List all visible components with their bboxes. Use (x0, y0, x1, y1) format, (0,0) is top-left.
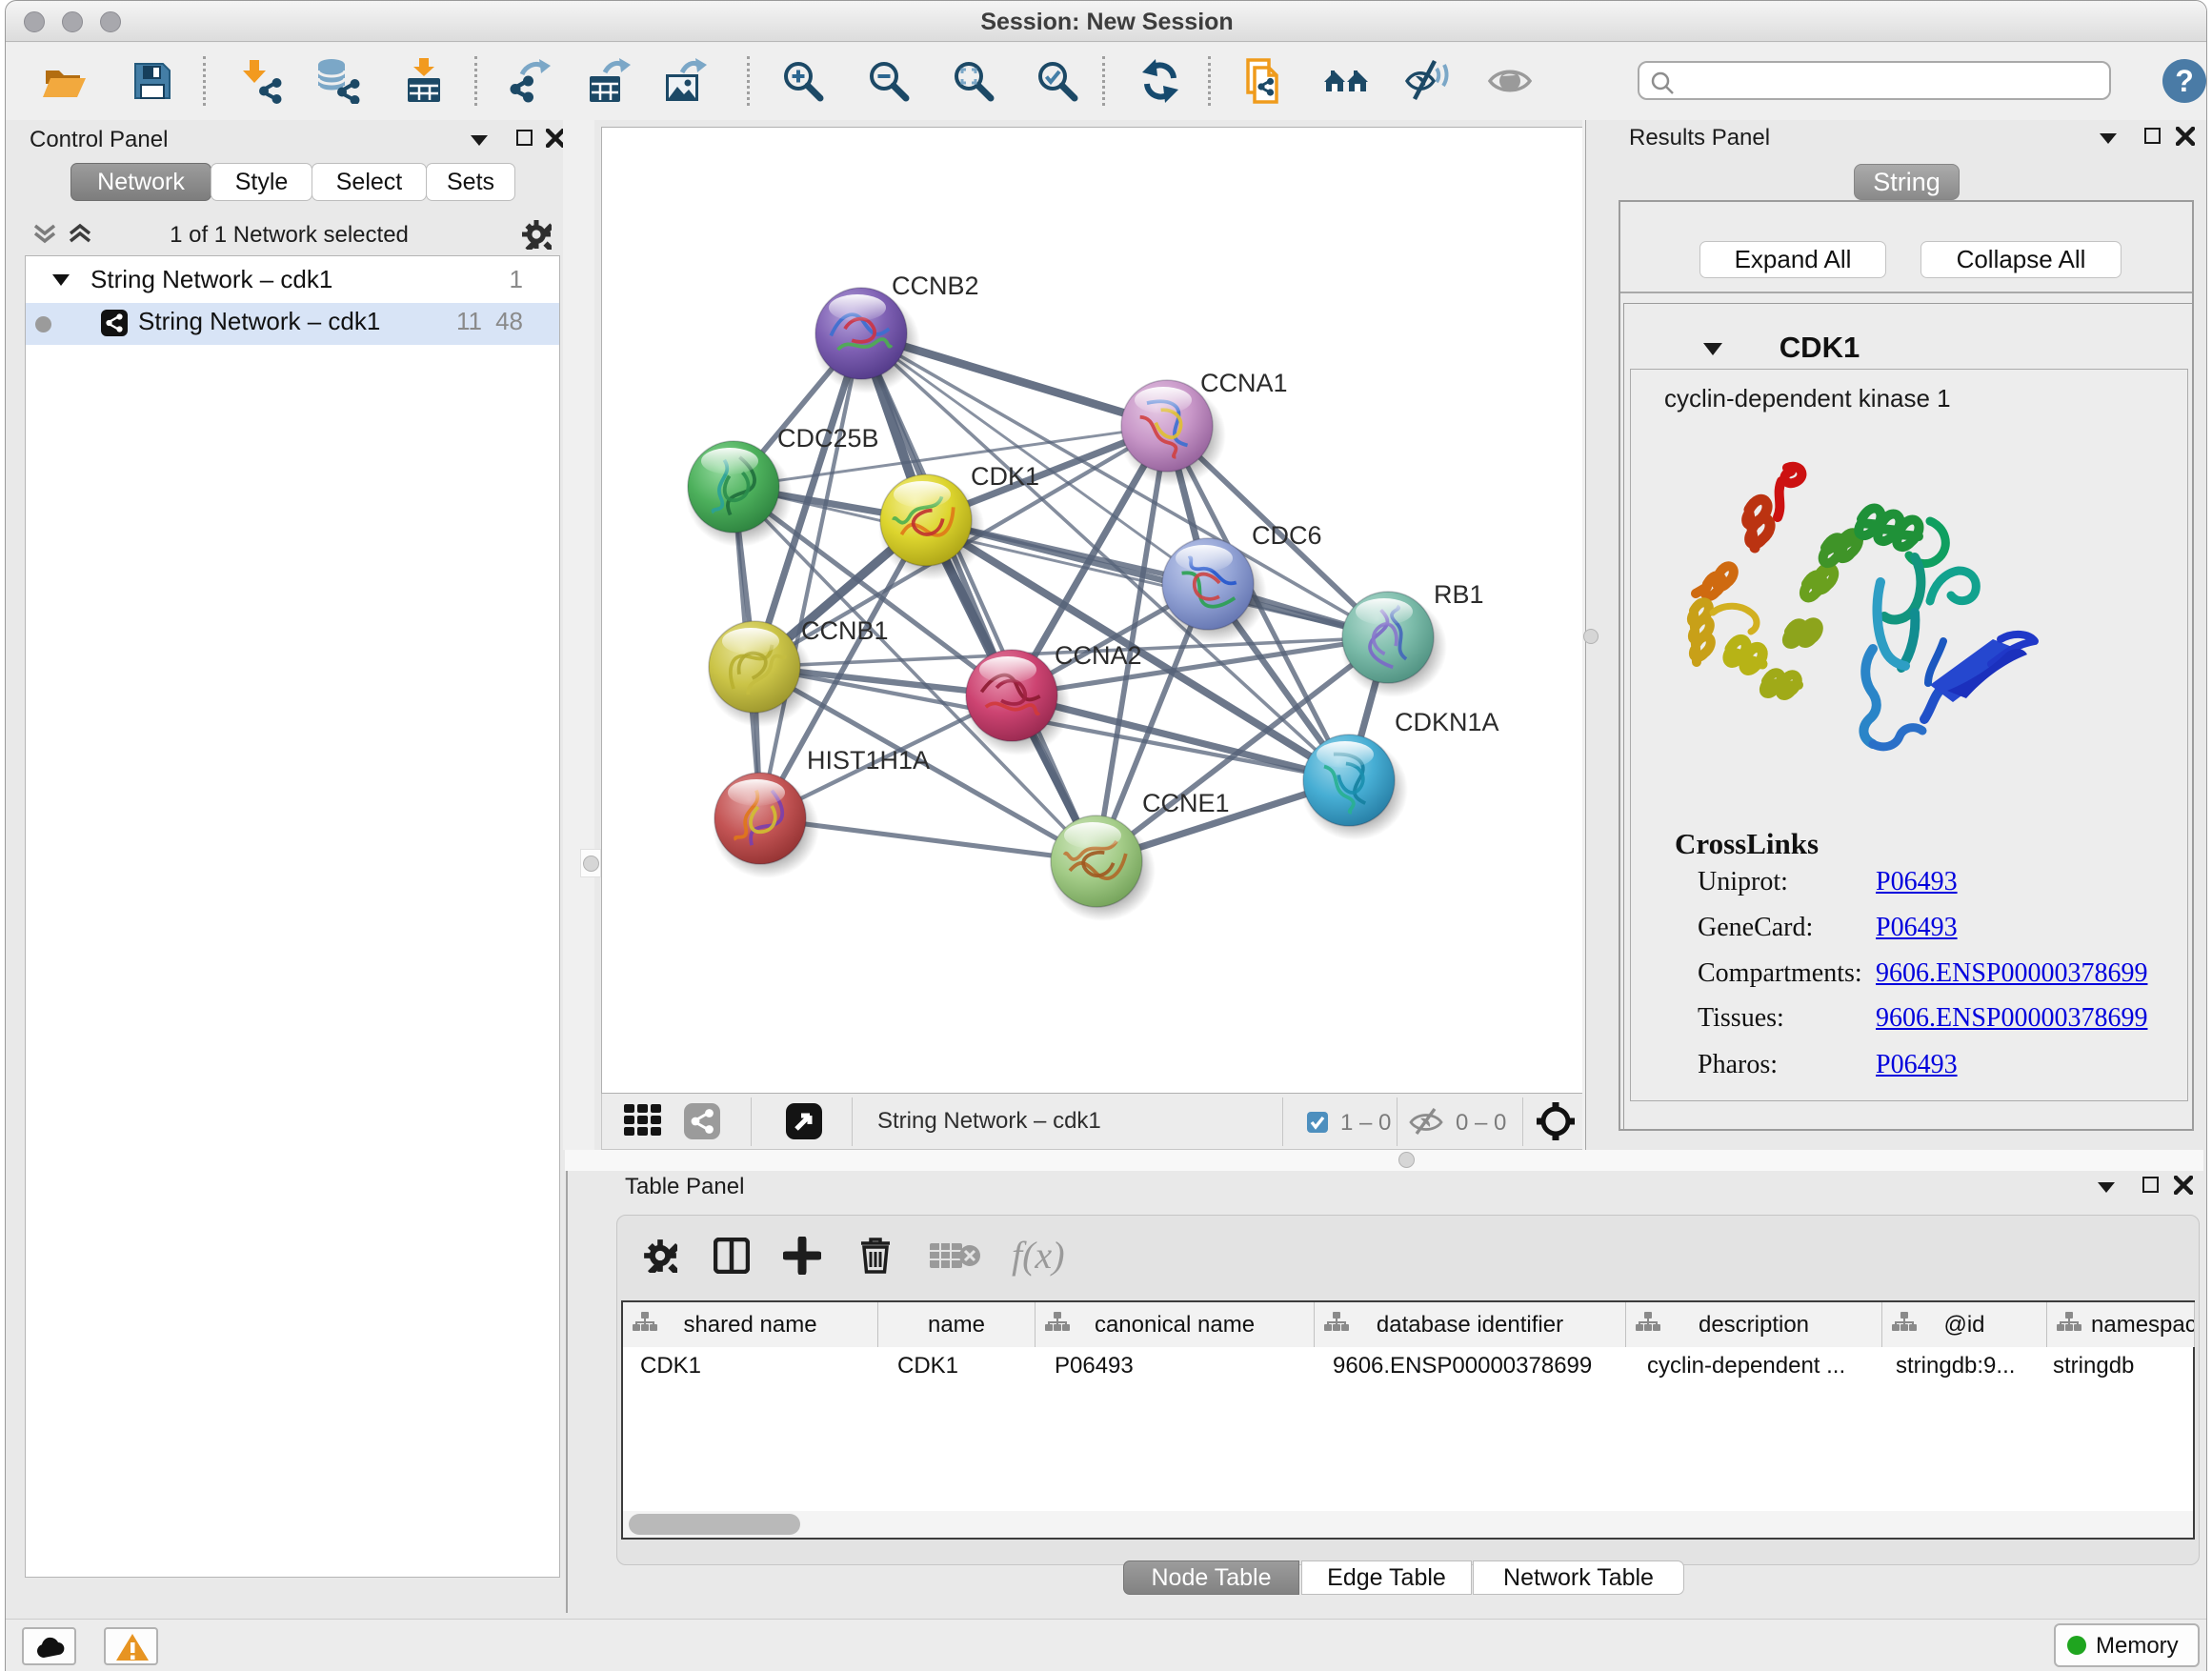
svg-text:HIST1H1A: HIST1H1A (807, 746, 930, 775)
svg-text:CCNA1: CCNA1 (1200, 369, 1288, 397)
svg-text:CCNA2: CCNA2 (1055, 641, 1142, 670)
svg-text:CCNB1: CCNB1 (801, 616, 889, 645)
svg-text:CDC25B: CDC25B (777, 424, 879, 453)
svg-text:RB1: RB1 (1434, 580, 1484, 609)
svg-text:CDC6: CDC6 (1252, 521, 1322, 550)
svg-text:CCNE1: CCNE1 (1142, 789, 1230, 817)
svg-text:CCNB2: CCNB2 (892, 272, 979, 300)
svg-text:CDK1: CDK1 (971, 462, 1039, 491)
svg-text:CDKN1A: CDKN1A (1395, 708, 1499, 736)
